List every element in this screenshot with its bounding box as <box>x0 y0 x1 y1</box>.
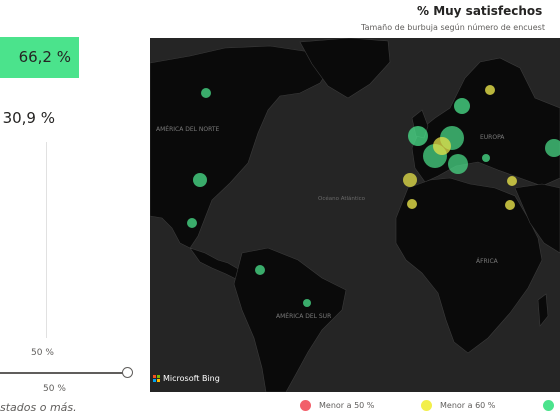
map-title: % Muy satisfechos <box>417 4 543 18</box>
bubble-italy[interactable] <box>433 137 451 155</box>
footnote: stados o más. <box>0 401 77 414</box>
bubble-finland[interactable] <box>485 85 495 95</box>
legend-dot-green-icon <box>543 400 554 411</box>
label-north-america: AMÉRICA DEL NORTE <box>156 125 219 133</box>
legend-label-low: Menor a 50 % <box>319 401 375 410</box>
legend-item-medium[interactable]: Menor a 60 % <box>421 400 495 411</box>
bubble-turkey[interactable] <box>507 176 517 186</box>
bubble-scandinavia[interactable] <box>454 98 470 114</box>
bubble-spain[interactable] <box>403 173 417 187</box>
label-africa: ÁFRICA <box>476 258 499 265</box>
legend-label-medium: Menor a 60 % <box>440 401 496 410</box>
world-map-svg: AMÉRICA DEL NORTE AMÉRICA DEL SUR Océano… <box>150 38 560 392</box>
kpi-very-satisfied-value: 66,2 % <box>0 37 79 78</box>
kpi-panel: 66,2 % 30,9 % 50 % 50 % stados o más. <box>0 0 145 420</box>
bubble-usa-central[interactable] <box>193 173 207 187</box>
threshold-label-bottom: 50 % <box>43 384 66 394</box>
bing-logo-label: Microsoft Bing <box>163 374 220 383</box>
bubble-balkans[interactable] <box>482 154 490 162</box>
bing-logo[interactable]: Microsoft Bing <box>153 374 220 383</box>
reference-line <box>46 142 47 338</box>
threshold-slider-thumb[interactable] <box>122 367 133 378</box>
bubble-egypt[interactable] <box>505 200 515 210</box>
legend-dot-red-icon <box>300 400 311 411</box>
label-ocean: Océano Atlántico <box>318 195 366 202</box>
threshold-slider-track[interactable] <box>0 372 124 374</box>
bubble-canada-west[interactable] <box>201 88 211 98</box>
bubble-morocco[interactable] <box>407 199 417 209</box>
legend-item-high[interactable] <box>543 400 560 411</box>
microsoft-logo-icon <box>153 374 161 383</box>
bubble-colombia[interactable] <box>255 265 265 275</box>
map-subtitle: Tamaño de burbuja según número de encues… <box>361 23 545 32</box>
legend-item-low[interactable]: Menor a 50 % <box>300 400 374 411</box>
label-europe: EUROPA <box>480 134 505 141</box>
bubble-east-europe[interactable] <box>448 154 468 174</box>
label-south-america: AMÉRICA DEL SUR <box>276 312 331 320</box>
kpi-satisfied-value: 30,9 % <box>2 109 55 127</box>
bubble-brazil-central[interactable] <box>303 299 311 307</box>
bubble-mexico[interactable] <box>187 218 197 228</box>
bubble-uk[interactable] <box>408 126 428 146</box>
bubble-map[interactable]: AMÉRICA DEL NORTE AMÉRICA DEL SUR Océano… <box>150 38 560 392</box>
legend-dot-yellow-icon <box>421 400 432 411</box>
threshold-label-top: 50 % <box>31 348 54 358</box>
